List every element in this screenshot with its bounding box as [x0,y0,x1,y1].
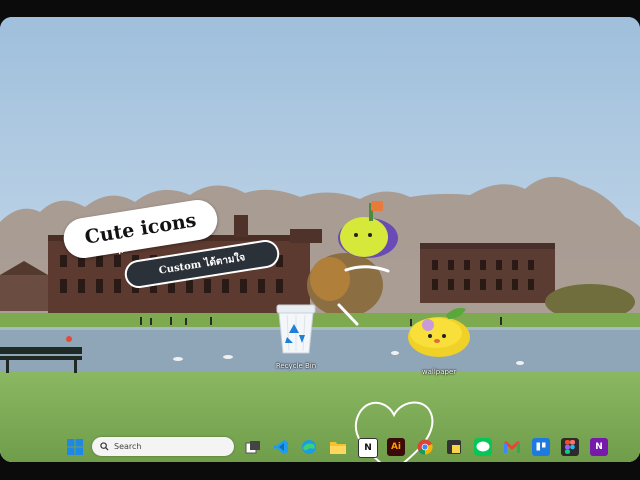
onenote-icon[interactable]: N [590,438,608,456]
desktop-icon-recycle-bin[interactable]: Recycle Bin [266,301,326,370]
sticker-star: * [116,246,124,262]
desktop: Cute icons * Custom ได้ตามใจ Recycle Bin [0,17,640,462]
illustrator-letters: Ai [390,442,402,452]
wallpaper-label: wallpaper [421,368,457,376]
onenote-letter: N [595,442,603,452]
trello-icon[interactable] [532,438,550,456]
edge-icon[interactable] [300,438,318,456]
task-view-icon[interactable] [244,438,262,456]
chrome-icon[interactable] [416,438,434,456]
file-explorer-icon[interactable] [329,438,347,456]
illustrator-icon[interactable]: Ai [387,438,405,456]
desktop-icon-wallpaper[interactable]: wallpaper [404,303,474,376]
search-bar[interactable]: Search [92,437,234,456]
vscode-icon[interactable] [272,438,290,456]
figma-icon[interactable] [561,438,579,456]
lemon-bird-sticker [336,201,400,261]
recycle-bin-label: Recycle Bin [275,362,317,370]
notion-letter: N [364,443,372,453]
gmail-icon[interactable] [503,438,521,456]
start-icon[interactable] [66,438,84,456]
lemon-icon [406,303,472,365]
recycle-bin-icon [273,301,319,359]
sticker-title-text: Cute icons [83,209,198,249]
notion-icon[interactable]: N [358,438,378,458]
line-icon[interactable] [474,438,492,456]
taskbar: Search N Ai N [0,432,640,462]
sticky-notes-icon[interactable] [445,438,463,456]
search-icon [100,442,109,451]
search-placeholder: Search [114,442,142,451]
